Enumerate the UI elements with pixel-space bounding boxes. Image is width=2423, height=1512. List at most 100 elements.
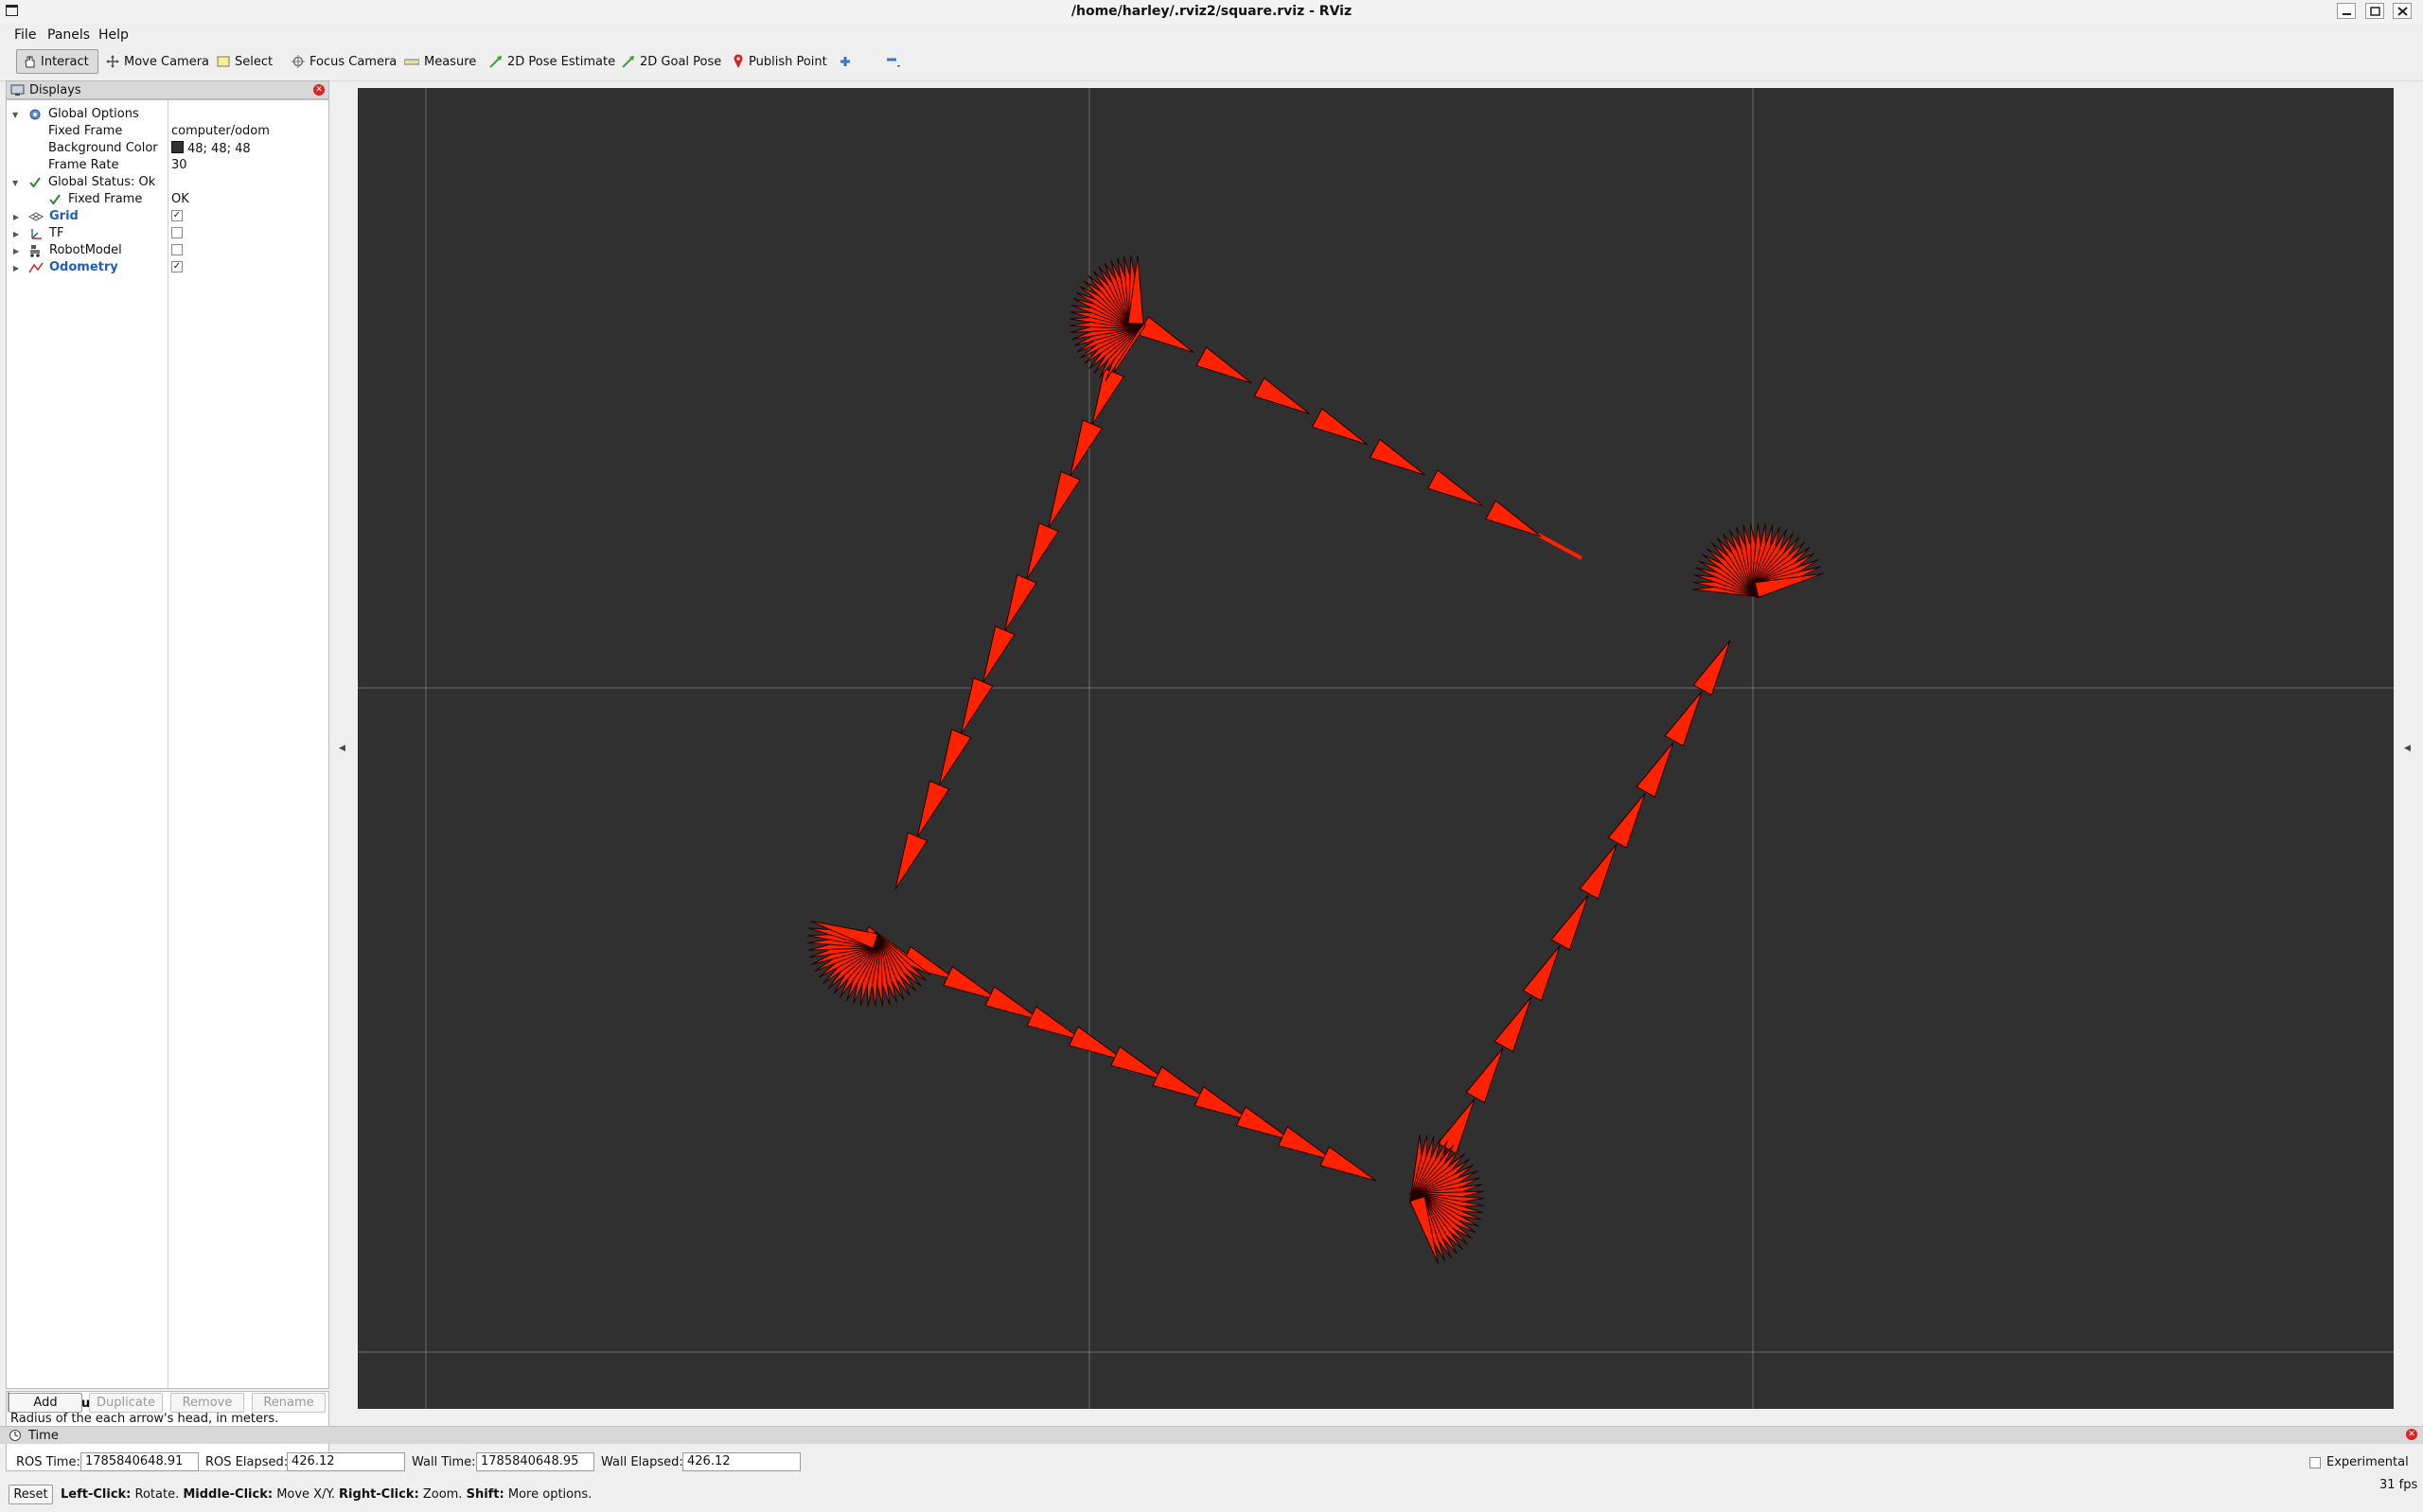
reset-button[interactable]: Reset bbox=[9, 1485, 53, 1504]
collapsed-arrow-icon[interactable]: ▶ bbox=[13, 230, 19, 238]
measure-label: Measure bbox=[424, 54, 477, 69]
odometry-arrow bbox=[960, 677, 994, 735]
odometry-arrow bbox=[1369, 438, 1426, 476]
odometry-arrow bbox=[1426, 468, 1484, 507]
close-time-panel-icon[interactable]: ✕ bbox=[2406, 1429, 2417, 1440]
interact-tool[interactable]: Interact bbox=[16, 49, 98, 74]
collapsed-arrow-icon[interactable]: ▶ bbox=[13, 213, 19, 221]
publish-point-tool[interactable]: Publish Point bbox=[727, 49, 833, 74]
odometry-arrow bbox=[1437, 1099, 1476, 1154]
move-camera-tool[interactable]: Move Camera bbox=[100, 49, 215, 74]
remove-tool-button[interactable] bbox=[879, 49, 912, 74]
checkmark-icon bbox=[49, 194, 61, 205]
checkmark-icon bbox=[29, 177, 41, 188]
display-item-odometry[interactable]: ▶ Odometry ✓ bbox=[7, 259, 328, 276]
color-swatch bbox=[171, 141, 184, 153]
window-title: /home/harley/.rviz2/square.rviz - RViz bbox=[1070, 4, 1353, 19]
odometry-icon bbox=[28, 262, 44, 273]
background-color-row[interactable]: Background Color 48; 48; 48 bbox=[7, 140, 328, 157]
display-item-grid[interactable]: ▶ Grid ✓ bbox=[7, 208, 328, 225]
tf-checkbox[interactable] bbox=[171, 227, 183, 238]
add-tool-button[interactable] bbox=[833, 49, 862, 74]
display-item-tf[interactable]: ▶ TF bbox=[7, 225, 328, 242]
focus-camera-label: Focus Camera bbox=[310, 54, 398, 69]
odometry-arrow bbox=[894, 832, 929, 889]
add-display-button[interactable]: Add bbox=[9, 1393, 82, 1413]
robotmodel-checkbox[interactable] bbox=[171, 244, 183, 255]
select-icon bbox=[217, 56, 230, 67]
grid-checkbox[interactable]: ✓ bbox=[171, 210, 183, 221]
close-button[interactable] bbox=[2393, 3, 2412, 19]
displays-title: Displays bbox=[29, 83, 81, 97]
status-bar: Reset Left-Click: Rotate. Middle-Click: … bbox=[0, 1478, 2423, 1506]
pose-estimate-tool[interactable]: 2D Pose Estimate bbox=[484, 49, 621, 74]
close-panel-icon[interactable]: ✕ bbox=[313, 84, 325, 96]
background-color-value[interactable]: 48; 48; 48 bbox=[171, 141, 251, 156]
odometry-arrow bbox=[1607, 793, 1646, 849]
odometry-arrow bbox=[1664, 691, 1703, 747]
odometry-arrow bbox=[1070, 419, 1104, 477]
plus-icon bbox=[840, 57, 850, 66]
ros-elapsed-label: ROS Elapsed: bbox=[205, 1455, 289, 1469]
wall-time-field[interactable]: 1785840648.95 bbox=[476, 1452, 594, 1471]
menu-help[interactable]: Help bbox=[98, 27, 129, 43]
toolbar: Interact Move Camera Select Focus Camera… bbox=[0, 44, 2423, 81]
clock-icon bbox=[9, 1430, 21, 1441]
collapse-right-icon[interactable]: ◀ bbox=[2404, 744, 2411, 753]
monitor-icon bbox=[10, 84, 25, 96]
display-item-robotmodel[interactable]: ▶ RobotModel bbox=[7, 242, 328, 259]
collapsed-arrow-icon[interactable]: ▶ bbox=[13, 264, 19, 273]
shift-desc: More options. bbox=[507, 1487, 592, 1502]
interact-label: Interact bbox=[41, 54, 89, 69]
frame-rate-value[interactable]: 30 bbox=[171, 158, 187, 172]
collapse-left-icon[interactable]: ◀ bbox=[339, 744, 345, 753]
minimize-button[interactable] bbox=[2337, 3, 2356, 19]
wall-time-label: Wall Time: bbox=[412, 1455, 476, 1469]
goal-pose-tool[interactable]: 2D Goal Pose bbox=[616, 49, 727, 74]
status-fixed-frame-label: Fixed Frame bbox=[68, 192, 143, 206]
menu-panels[interactable]: Panels bbox=[47, 27, 90, 43]
background-color-label: Background Color bbox=[48, 141, 158, 155]
menu-bar: File Panels Help bbox=[0, 24, 2423, 44]
pose-estimate-label: 2D Pose Estimate bbox=[507, 54, 616, 69]
select-tool[interactable]: Select bbox=[211, 49, 278, 74]
remove-display-button[interactable]: Remove bbox=[170, 1393, 244, 1413]
global-status-row[interactable]: ▼ Global Status: Ok bbox=[7, 174, 328, 191]
expanded-arrow-icon[interactable]: ▼ bbox=[12, 179, 18, 187]
expanded-arrow-icon[interactable]: ▼ bbox=[12, 111, 18, 119]
maximize-button[interactable] bbox=[2365, 3, 2384, 19]
status-fixed-frame-row[interactable]: Fixed Frame OK bbox=[7, 191, 328, 208]
fixed-frame-row[interactable]: Fixed Frame computer/odom bbox=[7, 123, 328, 140]
odometry-checkbox[interactable]: ✓ bbox=[171, 261, 183, 273]
rename-display-button[interactable]: Rename bbox=[252, 1393, 326, 1413]
ros-elapsed-field[interactable]: 426.12 bbox=[287, 1452, 405, 1471]
odometry-arrow bbox=[1692, 640, 1731, 696]
left-click-desc: Rotate. bbox=[134, 1487, 180, 1502]
focus-camera-tool[interactable]: Focus Camera bbox=[286, 49, 402, 74]
ros-time-field[interactable]: 1785840648.91 bbox=[80, 1452, 199, 1471]
measure-tool[interactable]: Measure bbox=[398, 49, 482, 74]
experimental-checkbox[interactable] bbox=[2309, 1457, 2321, 1468]
displays-header: Displays ✕ bbox=[6, 80, 329, 99]
odometry-arrow bbox=[1636, 742, 1674, 798]
odometry-arrow bbox=[1048, 470, 1081, 529]
displays-panel: Displays ✕ ▼ Global Options Fixed Frame … bbox=[6, 80, 329, 1471]
grid-label: Grid bbox=[49, 209, 79, 223]
right-click-key: Right-Click: bbox=[339, 1487, 419, 1502]
menu-file[interactable]: File bbox=[14, 27, 36, 43]
scene-canvas[interactable] bbox=[358, 88, 2394, 1409]
render-viewport[interactable] bbox=[358, 88, 2394, 1409]
select-label: Select bbox=[235, 54, 274, 69]
frame-rate-row[interactable]: Frame Rate 30 bbox=[7, 157, 328, 174]
fixed-frame-value[interactable]: computer/odom bbox=[171, 124, 270, 138]
move-icon bbox=[106, 55, 119, 68]
middle-click-key: Middle-Click: bbox=[183, 1487, 274, 1502]
collapsed-arrow-icon[interactable]: ▶ bbox=[13, 247, 19, 255]
wall-elapsed-field[interactable]: 426.12 bbox=[682, 1452, 801, 1471]
odometry-arrow bbox=[982, 625, 1016, 683]
odometry-arrow bbox=[1026, 522, 1059, 580]
duplicate-display-button[interactable]: Duplicate bbox=[89, 1393, 163, 1413]
displays-tree: ▼ Global Options Fixed Frame computer/od… bbox=[6, 99, 329, 1389]
global-options-row[interactable]: ▼ Global Options bbox=[7, 106, 328, 123]
minus-icon bbox=[887, 58, 900, 67]
